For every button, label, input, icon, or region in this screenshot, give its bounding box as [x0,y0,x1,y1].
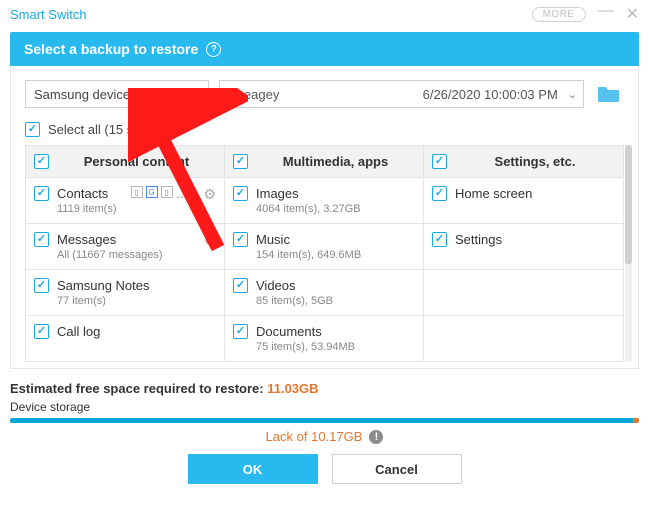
minimize-button[interactable]: — [598,2,614,20]
item-checkbox[interactable] [432,186,447,201]
item-checkbox[interactable] [233,278,248,293]
item-label: Documents [256,324,355,339]
titlebar: Smart Switch MORE — ✕ [0,0,649,28]
gear-icon[interactable]: ⚙ [203,186,216,203]
backup-select[interactable]: Beeagey 6/26/2020 10:00:03 PM ⌄ [219,80,584,108]
item-images[interactable]: Images 4064 item(s), 3.27GB [225,178,424,224]
item-label: Music [256,232,361,247]
item-sub: 154 item(s), 649.6MB [256,249,361,261]
col-header-settings: Settings, etc. [424,146,623,178]
col-checkbox-multimedia[interactable] [233,154,248,169]
sim-icon: ▯ [161,186,173,198]
col-checkbox-personal[interactable] [34,154,49,169]
item-checkbox[interactable] [233,232,248,247]
select-all-checkbox[interactable] [25,122,40,137]
item-settings[interactable]: Settings [424,224,623,270]
select-all-row[interactable]: Select all (15 selected) [25,122,624,137]
storage-label: Device storage [10,400,639,414]
google-icon: G [146,186,158,198]
empty-cell [424,270,623,316]
cancel-button[interactable]: Cancel [332,454,462,484]
item-samsung-notes[interactable]: Samsung Notes 77 item(s) [26,270,225,316]
item-checkbox[interactable] [233,186,248,201]
item-documents[interactable]: Documents 75 item(s), 53.94MB [225,316,424,361]
col-header-multimedia: Multimedia, apps [225,146,424,178]
item-videos[interactable]: Videos 85 item(s), 5GB [225,270,424,316]
item-label: Samsung Notes [57,278,150,293]
col-checkbox-settings[interactable] [432,154,447,169]
item-contacts[interactable]: Contacts 1119 item(s) ▯ G ▯ … ⚙ [26,178,225,224]
footer: Estimated free space required to restore… [10,381,639,484]
col-header-personal: Personal content [26,146,225,178]
item-call-log[interactable]: Call log [26,316,225,361]
empty-cell [424,316,623,361]
col-title: Personal content [57,154,216,169]
content-grid: Personal content Multimedia, apps Settin… [25,145,624,362]
close-button[interactable]: ✕ [626,4,639,24]
backup-name: Beeagey [228,87,279,102]
scrollbar[interactable] [625,145,632,362]
more-button[interactable]: MORE [532,7,586,22]
warning-icon: ! [369,430,383,444]
backup-date: 6/26/2020 10:00:03 PM [423,87,558,102]
item-sub: 1119 item(s) [57,203,117,215]
chevron-down-icon: ⌄ [568,88,577,101]
lack-label: Lack of 10.17GB [266,429,363,444]
scrollbar-thumb[interactable] [625,145,632,264]
banner-title: Select a backup to restore [24,41,198,57]
item-label: Call log [57,324,100,339]
item-checkbox[interactable] [34,232,49,247]
item-label: Home screen [455,186,532,201]
select-all-label: Select all (15 selected) [48,122,180,137]
banner: Select a backup to restore ? [10,32,639,66]
item-checkbox[interactable] [432,232,447,247]
app-name: Smart Switch [10,7,87,22]
item-checkbox[interactable] [233,324,248,339]
col-title: Settings, etc. [455,154,615,169]
item-sub: All (11667 messages) [57,249,163,261]
contacts-source-icons: ▯ G ▯ … [131,186,189,201]
storage-bar [10,418,639,423]
item-checkbox[interactable] [34,186,49,201]
estimate-label: Estimated free space required to restore… [10,381,264,396]
item-label: Settings [455,232,502,247]
item-label: Messages [57,232,163,247]
source-dropdown[interactable]: Samsung device data ⌄ [25,80,209,108]
device-icon: ▯ [131,186,143,198]
item-messages[interactable]: Messages All (11667 messages) ⚙ [26,224,225,270]
estimate-value: 11.03GB [267,381,318,396]
item-sub: 4064 item(s), 3.27GB [256,203,361,215]
col-title: Multimedia, apps [256,154,415,169]
item-sub: 75 item(s), 53.94MB [256,341,355,353]
item-label: Images [256,186,361,201]
browse-folder-button[interactable] [594,82,624,106]
ok-button[interactable]: OK [188,454,318,484]
item-label: Contacts [57,186,117,201]
item-sub: 85 item(s), 5GB [256,295,333,307]
gear-icon[interactable]: ⚙ [203,232,216,249]
help-icon[interactable]: ? [206,42,221,57]
folder-icon [597,84,621,104]
source-dropdown-label: Samsung device data [34,87,159,102]
main-panel: Samsung device data ⌄ Beeagey 6/26/2020 … [10,66,639,369]
item-checkbox[interactable] [34,278,49,293]
item-home-screen[interactable]: Home screen [424,178,623,224]
item-sub: 77 item(s) [57,295,150,307]
chevron-down-icon: ⌄ [191,88,200,101]
more-icon: … [176,186,189,201]
item-label: Videos [256,278,333,293]
item-checkbox[interactable] [34,324,49,339]
item-music[interactable]: Music 154 item(s), 649.6MB [225,224,424,270]
